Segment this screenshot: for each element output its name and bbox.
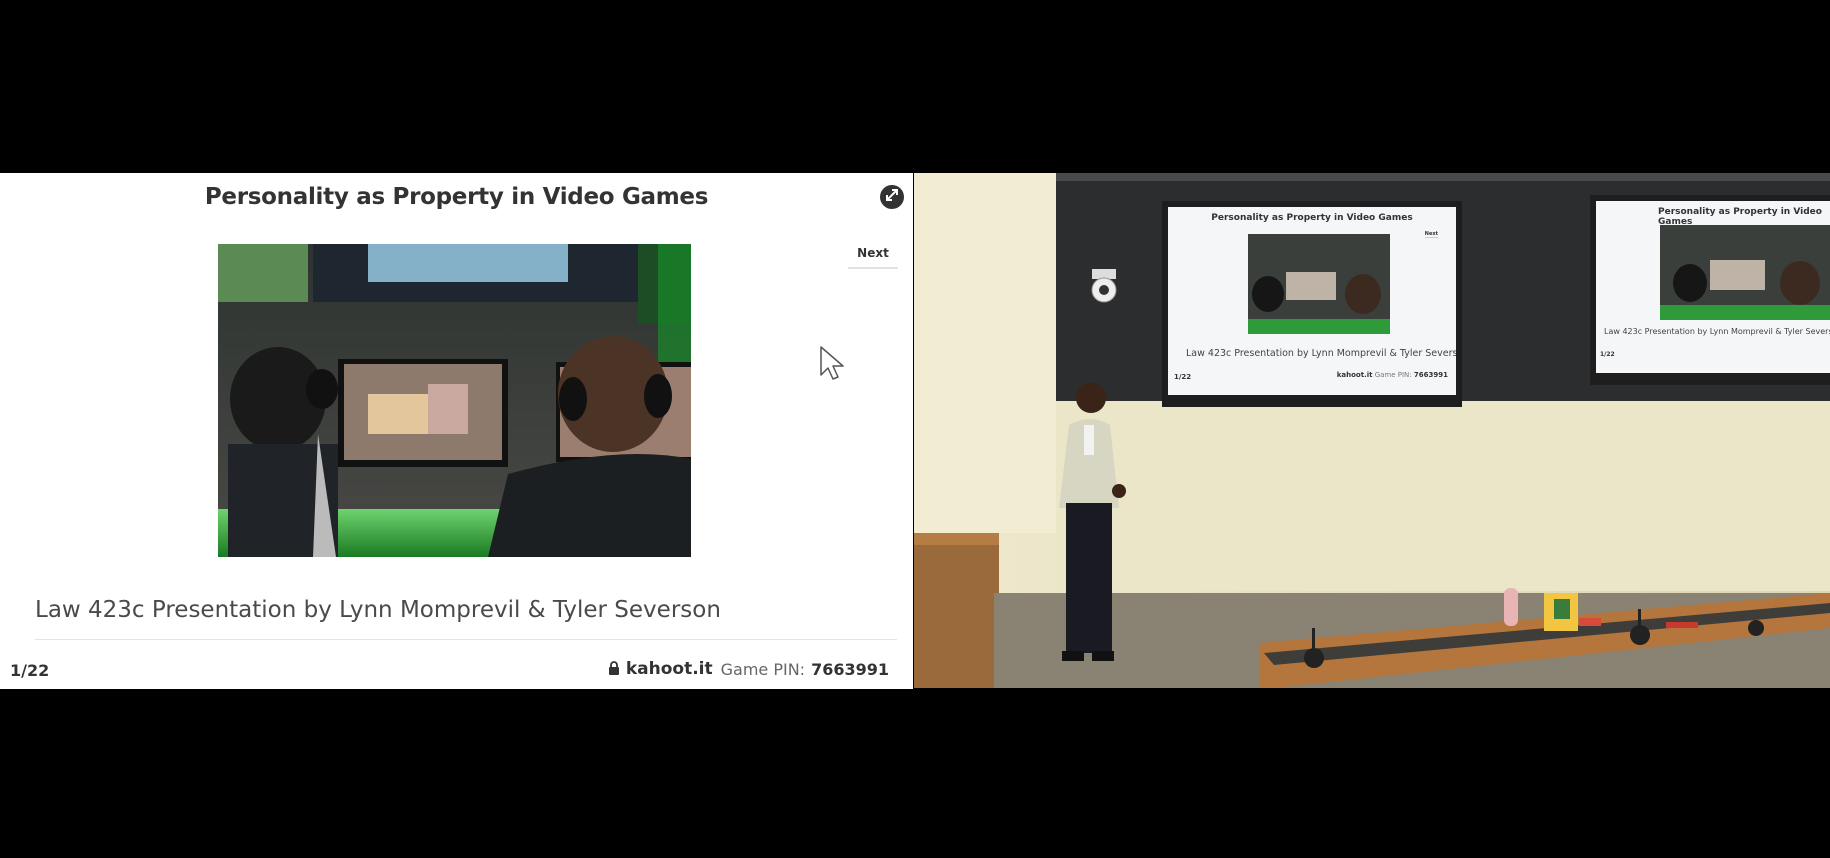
fullscreen-button[interactable] xyxy=(880,185,904,209)
projected-slide-right: Personality as Property in Video Games L… xyxy=(1596,201,1830,373)
subtitle-divider xyxy=(35,639,897,640)
game-pin-row: kahoot.it Game PIN: 7663991 xyxy=(608,659,889,679)
projected-title: Personality as Property in Video Games xyxy=(1211,213,1413,223)
projector-screen-left: Personality as Property in Video Games N… xyxy=(1162,201,1462,407)
classroom-camera-view: Personality as Property in Video Games N… xyxy=(914,173,1830,688)
projector-screen-right: Personality as Property in Video Games L… xyxy=(1590,195,1830,385)
kahoot-link[interactable]: kahoot.it xyxy=(626,659,713,679)
lock-icon xyxy=(608,660,620,679)
game-pin-value: 7663991 xyxy=(811,659,889,679)
slide-image xyxy=(218,244,691,557)
projected-pin-value: 7663991 xyxy=(1413,371,1448,379)
projected-counter: 1/22 xyxy=(1174,373,1192,381)
fullscreen-toggle-icon xyxy=(885,188,899,207)
slide-counter: 1/22 xyxy=(10,661,50,680)
projected-slide-left: Personality as Property in Video Games N… xyxy=(1168,207,1456,395)
slide-title: Personality as Property in Video Games xyxy=(204,184,709,210)
slide-subtitle: Law 423c Presentation by Lynn Momprevil … xyxy=(35,597,721,623)
projected-image xyxy=(1248,234,1390,334)
mouse-cursor-icon xyxy=(819,345,845,386)
presentation-slide: Personality as Property in Video Games N… xyxy=(0,173,913,689)
projected-counter-right: 1/22 xyxy=(1600,351,1615,358)
projected-subtitle-right: Law 423c Presentation by Lynn Momprevil … xyxy=(1604,327,1830,336)
projected-pin: kahoot.it Game PIN: 7663991 xyxy=(1337,371,1448,379)
projected-site: kahoot.it xyxy=(1336,371,1373,379)
projected-pin-label: Game PIN: xyxy=(1374,371,1412,379)
projected-image-right xyxy=(1660,225,1830,320)
projected-subtitle: Law 423c Presentation by Lynn Momprevil … xyxy=(1186,348,1456,359)
projected-next-label: Next xyxy=(1424,231,1438,238)
next-button[interactable]: Next xyxy=(848,239,898,269)
projected-title-right: Personality as Property in Video Games xyxy=(1658,207,1822,227)
game-pin-label: Game PIN: xyxy=(720,659,806,679)
